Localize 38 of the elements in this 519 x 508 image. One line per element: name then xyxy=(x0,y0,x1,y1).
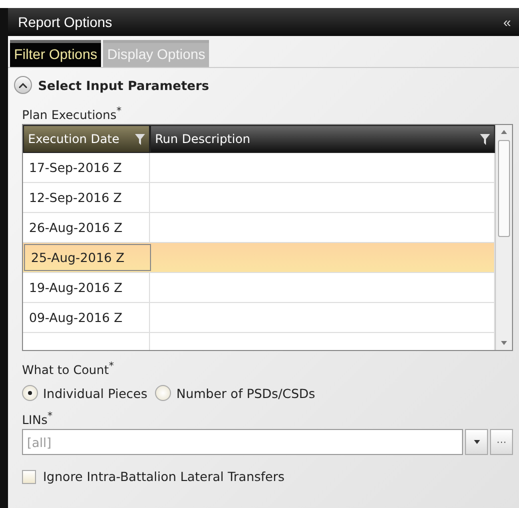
dropdown-button[interactable] xyxy=(465,429,488,455)
table-cell: 09-Aug-2016 Z xyxy=(29,310,122,325)
checkbox[interactable] xyxy=(22,470,36,484)
field-label: Plan Executions$^{*}$ xyxy=(21,105,122,124)
table-row[interactable]: 12-Sep-2016 Z xyxy=(23,183,495,213)
scrollbar[interactable] xyxy=(495,125,512,350)
filter-icon[interactable] xyxy=(135,134,145,144)
radio-button[interactable] xyxy=(22,385,38,401)
filter-icon[interactable] xyxy=(480,134,490,144)
scroll-down-icon[interactable] xyxy=(499,339,509,347)
table-cell: 26-Aug-2016 Z xyxy=(29,220,122,235)
radio-label: Number of PSDs/CSDs xyxy=(176,386,316,400)
scroll-up-icon[interactable] xyxy=(499,128,509,136)
chevron-icon xyxy=(19,82,27,88)
column-header[interactable]: Run Description xyxy=(150,125,495,153)
scroll-thumb[interactable] xyxy=(498,140,510,237)
radio-label: Individual Pieces xyxy=(43,386,148,400)
table-row[interactable]: 17-Sep-2016 Z xyxy=(23,153,495,183)
table-cell: 12-Sep-2016 Z xyxy=(29,190,122,205)
field-label: What to Count$^{*}$ xyxy=(21,360,115,379)
browse-button[interactable]: ··· xyxy=(490,429,513,455)
section-title: Select Input Parameters xyxy=(38,78,210,92)
table-cell: 25-Aug-2016 Z xyxy=(31,250,124,265)
table-row[interactable]: 09-Aug-2016 Z xyxy=(23,303,495,333)
table-row[interactable]: 25-Aug-2016 Z xyxy=(23,243,495,273)
lins-field[interactable]: [all] xyxy=(22,429,463,455)
table-cell: 19-Aug-2016 Z xyxy=(29,280,122,295)
panel-title: Report Options xyxy=(18,14,112,30)
radio-button[interactable] xyxy=(155,385,172,401)
collapse-toggle[interactable] xyxy=(14,76,32,94)
caret-icon xyxy=(474,440,480,444)
tab[interactable]: Filter Options xyxy=(10,40,102,67)
column-header[interactable]: Execution Date xyxy=(23,125,150,153)
checkbox-label: Ignore Intra-Battalion Lateral Transfers xyxy=(43,469,285,484)
table-row[interactable]: 19-Aug-2016 Z xyxy=(23,273,495,303)
field-label: LINs$^{*}$ xyxy=(21,410,54,429)
collapse-button[interactable]: « xyxy=(503,14,511,30)
table-cell: 17-Sep-2016 Z xyxy=(29,160,122,175)
